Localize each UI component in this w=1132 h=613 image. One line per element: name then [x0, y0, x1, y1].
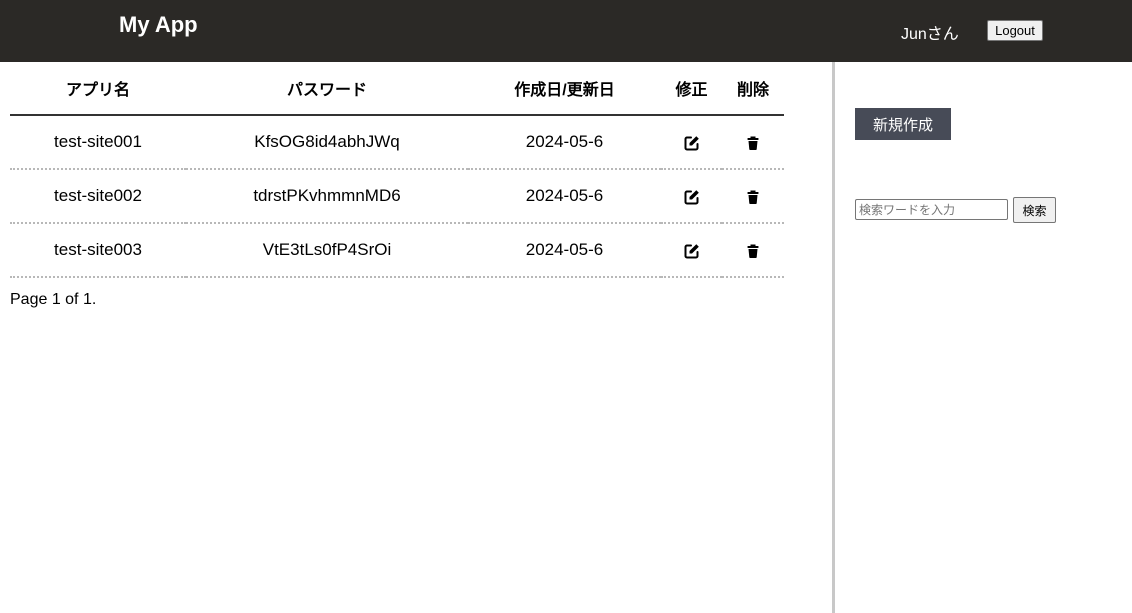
edit-cell — [661, 223, 722, 278]
column-header-date: 作成日/更新日 — [468, 62, 661, 116]
password-table: アプリ名 パスワード 作成日/更新日 修正 削除 test-site001 Kf… — [10, 62, 784, 278]
edit-icon[interactable] — [684, 243, 700, 259]
table-row: test-site002 tdrstPKvhmmnMD6 2024-05-6 — [10, 169, 784, 224]
new-entry-button[interactable]: 新規作成 — [855, 108, 951, 140]
date-cell: 2024-05-6 — [468, 115, 661, 170]
password-cell: VtE3tLs0fP4SrOi — [186, 223, 468, 278]
edit-icon[interactable] — [684, 189, 700, 205]
app-title[interactable]: My App — [119, 12, 198, 38]
delete-cell — [722, 223, 784, 278]
password-cell: tdrstPKvhmmnMD6 — [186, 169, 468, 224]
column-header-edit: 修正 — [661, 62, 722, 116]
main-content: アプリ名 パスワード 作成日/更新日 修正 削除 test-site001 Kf… — [0, 62, 832, 613]
search-input[interactable] — [855, 199, 1008, 220]
app-name-cell: test-site003 — [10, 223, 186, 278]
user-name: Junさん — [901, 26, 959, 43]
edit-cell — [661, 169, 722, 224]
table-row: test-site001 KfsOG8id4abhJWq 2024-05-6 — [10, 115, 784, 170]
pagination-text: Page 1 of 1. — [10, 291, 97, 308]
date-cell: 2024-05-6 — [468, 169, 661, 224]
delete-cell — [722, 169, 784, 224]
search-button[interactable]: 検索 — [1013, 197, 1056, 223]
app-header: My App Junさん Logout — [0, 0, 1132, 62]
column-header-delete: 削除 — [722, 62, 784, 116]
column-header-app: アプリ名 — [10, 62, 186, 116]
password-cell: KfsOG8id4abhJWq — [186, 115, 468, 170]
delete-cell — [722, 115, 784, 170]
app-name-cell: test-site001 — [10, 115, 186, 170]
sidebar: 新規作成 検索 — [835, 62, 1132, 613]
app-name-cell: test-site002 — [10, 169, 186, 224]
table-header-row: アプリ名 パスワード 作成日/更新日 修正 削除 — [10, 62, 784, 116]
table-row: test-site003 VtE3tLs0fP4SrOi 2024-05-6 — [10, 223, 784, 278]
trash-icon[interactable] — [745, 243, 761, 259]
trash-icon[interactable] — [745, 135, 761, 151]
column-header-password: パスワード — [186, 62, 468, 116]
edit-icon[interactable] — [684, 135, 700, 151]
date-cell: 2024-05-6 — [468, 223, 661, 278]
edit-cell — [661, 115, 722, 170]
logout-button[interactable]: Logout — [987, 20, 1043, 41]
trash-icon[interactable] — [745, 189, 761, 205]
